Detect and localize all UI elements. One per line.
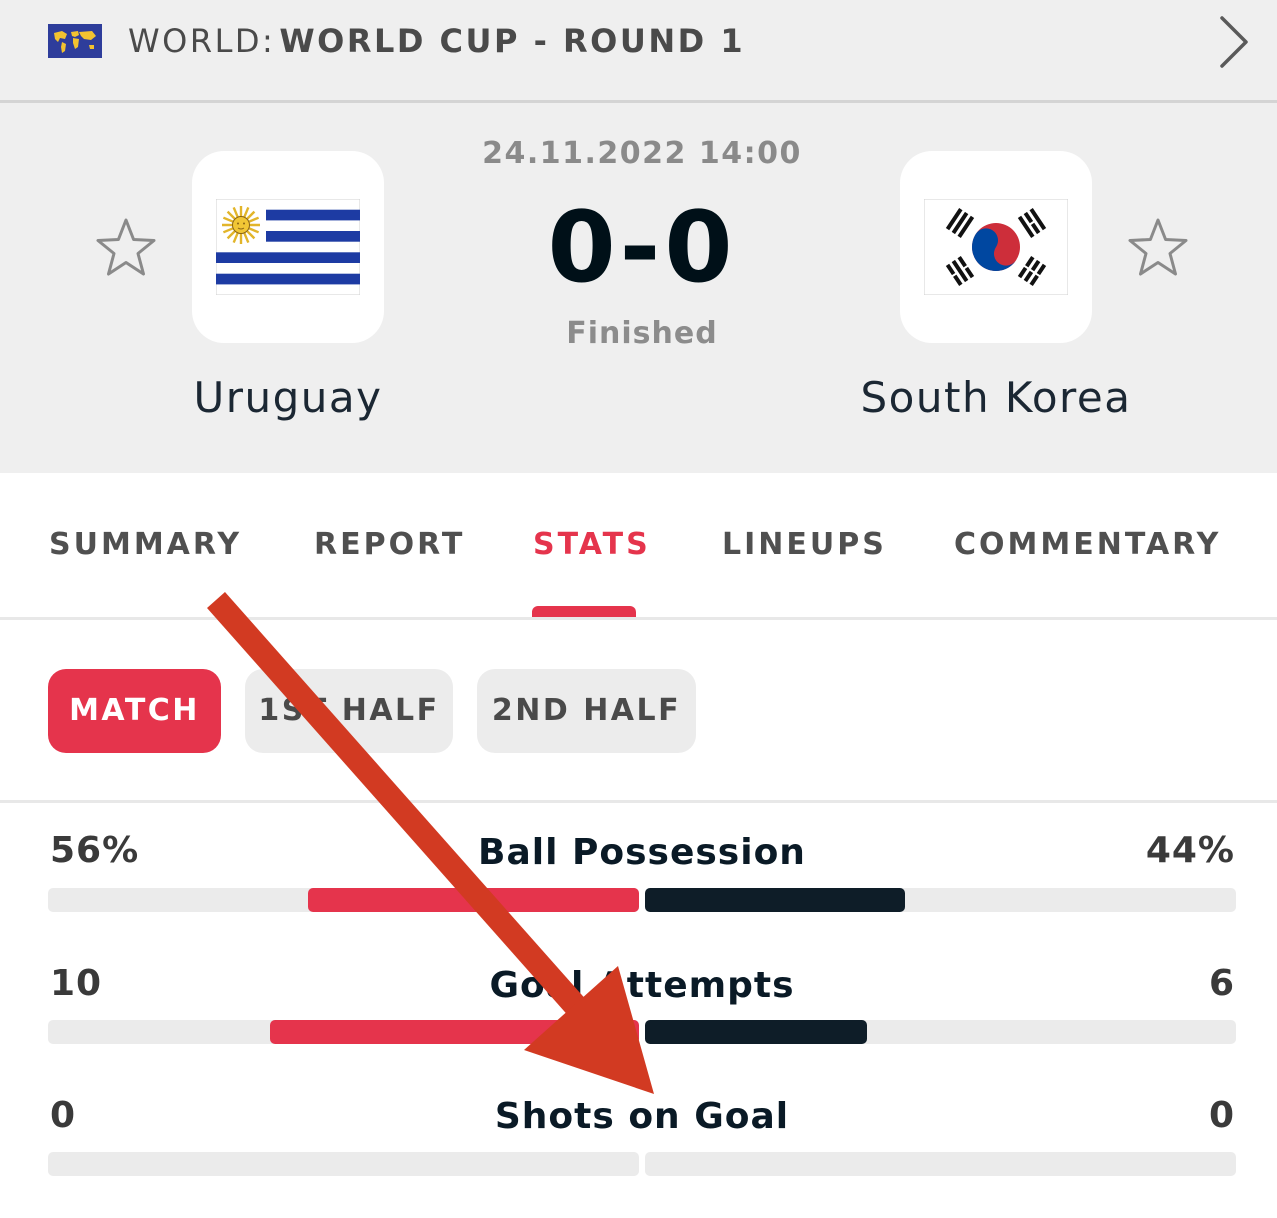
match-datetime: 24.11.2022 14:00	[482, 136, 802, 171]
stat-away-fill	[645, 888, 905, 912]
stat-home-value: 56%	[50, 830, 140, 871]
match-status: Finished	[566, 316, 718, 351]
period-1st-half-button[interactable]: 1ST HALF	[245, 669, 453, 753]
section-divider	[0, 800, 1277, 803]
home-team-name[interactable]: Uruguay	[108, 370, 468, 426]
tabs-divider	[0, 617, 1277, 620]
uruguay-flag-icon	[215, 198, 361, 299]
league-prefix: WORLD:	[128, 22, 276, 60]
stat-away-fill	[645, 1020, 867, 1044]
stat-label: Shots on Goal	[494, 1096, 790, 1137]
league-name: WORLD CUP - ROUND 1	[279, 22, 746, 60]
stat-away-bar	[645, 888, 1236, 912]
stat-home-fill	[270, 1020, 639, 1044]
favorite-away-star-icon[interactable]	[1124, 214, 1192, 282]
stat-away-value: 6	[1208, 963, 1235, 1004]
stat-away-value: 44%	[1145, 830, 1235, 871]
stat-home-value: 10	[50, 963, 103, 1004]
chevron-right-icon[interactable]	[1214, 14, 1254, 70]
stat-away-bar	[645, 1152, 1236, 1176]
stat-label: Ball Possession	[478, 832, 806, 873]
tab-stats[interactable]: STATS	[533, 522, 651, 568]
away-team-name[interactable]: South Korea	[816, 370, 1176, 426]
stat-away-value: 0	[1208, 1095, 1235, 1136]
period-2nd-half-button[interactable]: 2ND HALF	[477, 669, 696, 753]
home-team-logo[interactable]	[192, 151, 384, 343]
stat-home-fill	[308, 888, 639, 912]
away-team-logo[interactable]	[900, 151, 1092, 343]
stat-home-bar	[48, 1020, 639, 1044]
stat-label: Goal Attempts	[489, 965, 795, 1006]
match-score: 0-0	[547, 191, 737, 305]
stat-home-bar	[48, 888, 639, 912]
tab-commentary[interactable]: COMMENTARY	[954, 522, 1221, 568]
stat-home-value: 0	[50, 1095, 77, 1136]
league-title[interactable]: WORLD: WORLD CUP - ROUND 1	[128, 18, 745, 64]
stat-away-bar	[645, 1020, 1236, 1044]
favorite-home-star-icon[interactable]	[92, 214, 160, 282]
period-match-button[interactable]: MATCH	[48, 669, 221, 753]
tab-lineups[interactable]: LINEUPS	[722, 522, 887, 568]
tab-report[interactable]: REPORT	[314, 522, 465, 568]
south-korea-flag-icon	[923, 198, 1069, 299]
world-map-icon	[48, 24, 102, 58]
tab-summary[interactable]: SUMMARY	[49, 522, 242, 568]
stat-home-bar	[48, 1152, 639, 1176]
